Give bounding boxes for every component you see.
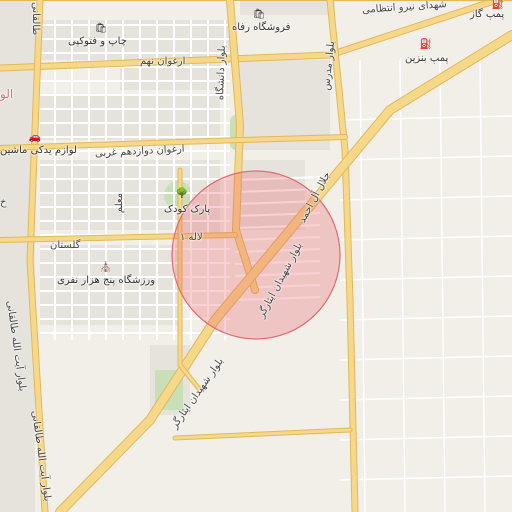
minor-road: [339, 195, 512, 201]
stadium-icon[interactable]: ⛪: [100, 261, 112, 273]
label-foroushgah: فروشگاه رفاه: [232, 22, 291, 33]
city-block: [40, 95, 220, 140]
label-al: الو: [0, 87, 14, 101]
label-park-kudak: پارک کودک: [164, 204, 211, 215]
label-golestan: گلستان: [50, 240, 81, 251]
car-icon[interactable]: 🚗: [29, 131, 41, 143]
shopping-bag-icon[interactable]: 🛍: [253, 8, 266, 20]
print-shop-icon[interactable]: 🛍: [95, 22, 108, 34]
label-arghavan-noh: ارغوان نهم: [140, 56, 186, 67]
fuel-pump-icon[interactable]: ⛽: [420, 38, 432, 50]
minor-road: [479, 59, 486, 512]
minor-road: [339, 435, 512, 441]
label-chap: چاپ و فتوکپی: [68, 36, 127, 47]
minor-road: [399, 59, 406, 512]
label-danesh: بلوار دانشگاه: [215, 45, 228, 101]
minor-road: [359, 59, 366, 512]
label-lale: لاله ۱: [180, 232, 203, 243]
minor-road: [339, 155, 512, 161]
minor-road: [339, 315, 512, 321]
label-moallem: معلم: [114, 192, 126, 214]
minor-road: [439, 59, 446, 512]
label-taleghani-3: طالقانی: [30, 2, 41, 36]
minor-road: [339, 235, 512, 241]
minor-road: [339, 275, 512, 281]
tree-icon[interactable]: 🌳: [176, 187, 188, 199]
label-varzeshgah: ورزشگاه پنج هزار نفری: [57, 275, 156, 286]
road-south: [173, 428, 352, 440]
minor-road: [339, 355, 512, 361]
map-view[interactable]: شهدای نیرو انتظامی پمپ گاز پمپ بنزین فرو…: [0, 0, 512, 512]
label-kh: خ: [0, 197, 7, 208]
label-pomp-benzin: پمپ بنزین: [405, 53, 449, 64]
label-lavazem: لوازم یدکی ماشین: [0, 145, 77, 156]
minor-road: [339, 115, 512, 121]
minor-road: [339, 395, 512, 401]
map-canvas[interactable]: [0, 0, 512, 512]
label-pomp-gaz: پمپ گاز: [470, 9, 505, 20]
minor-road: [339, 475, 512, 481]
gas-station-icon[interactable]: ⛽: [492, 0, 504, 10]
